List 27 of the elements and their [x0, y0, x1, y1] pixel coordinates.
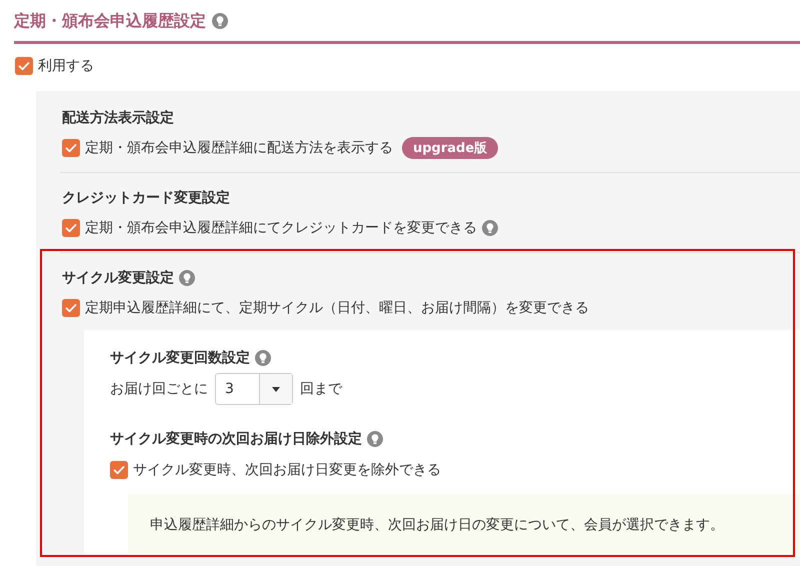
checkbox[interactable] [15, 57, 33, 75]
setting-heading: 配送方法表示設定 [62, 109, 174, 127]
checkbox[interactable] [62, 299, 80, 317]
checkbox[interactable] [110, 461, 128, 479]
lightbulb-icon[interactable] [179, 270, 195, 286]
upgrade-badge: upgrade版 [402, 137, 498, 159]
field-label: 回まで [300, 380, 342, 398]
lightbulb-icon[interactable] [255, 350, 271, 366]
setting-heading: サイクル変更時の次回お届け日除外設定 [110, 430, 362, 448]
checkbox-label: 定期・頒布会申込履歴詳細にてクレジットカードを変更できる [85, 219, 477, 237]
count-dropdown[interactable]: 3 [215, 373, 293, 405]
checkbox[interactable] [62, 139, 80, 157]
checkbox-label: 定期・頒布会申込履歴詳細に配送方法を表示する [85, 139, 393, 157]
setting-heading: クレジットカード変更設定 [62, 189, 230, 207]
checkbox-label: 定期申込履歴詳細にて、定期サイクル（日付、曜日、お届け間隔）を変更できる [85, 299, 589, 317]
setting-heading: サイクル変更回数設定 [110, 349, 250, 367]
lightbulb-icon[interactable] [367, 431, 383, 447]
field-label: お届け回ごとに [110, 380, 208, 398]
checkbox-label: 利用する [38, 57, 94, 75]
caret-icon [272, 386, 280, 392]
setting-heading: サイクル変更設定 [62, 269, 174, 287]
info-note: 申込履歴詳細からのサイクル変更時、次回お届け日の変更について、会員が選択できます。 [128, 494, 800, 554]
checkbox-label: サイクル変更時、次回お届け日変更を除外できる [133, 461, 441, 479]
lightbulb-icon[interactable] [212, 13, 228, 29]
lightbulb-icon[interactable] [482, 220, 498, 236]
checkbox[interactable] [62, 219, 80, 237]
section-title: 定期・頒布会申込履歴設定 [14, 10, 206, 32]
